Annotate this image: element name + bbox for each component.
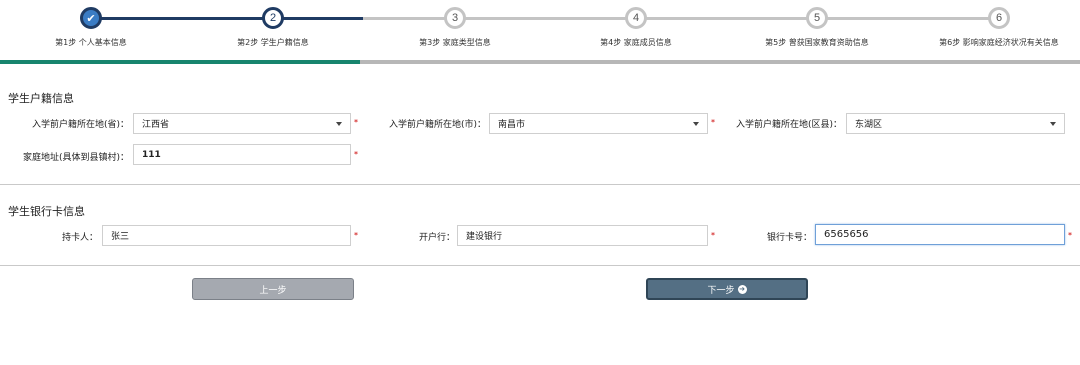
step-6-label: 第6步 影响家庭经济状况有关信息 — [939, 38, 1059, 47]
section-divider — [0, 184, 1080, 185]
bank-section-title: 学生银行卡信息 — [8, 205, 85, 218]
chevron-down-icon — [1050, 122, 1056, 126]
step-wizard: ✔ 2 3 4 5 6 第1步 个人基本信息 第2步 学生户籍信息 第3步 家庭… — [0, 0, 1080, 66]
step-2-label: 第2步 学生户籍信息 — [237, 38, 309, 47]
prev-step-button[interactable]: 上一步 — [192, 278, 354, 300]
step-connector-2 — [273, 17, 363, 20]
step-5-circle[interactable]: 5 — [806, 7, 828, 29]
step-3-label: 第3步 家庭类型信息 — [419, 38, 491, 47]
bank-name-input[interactable]: 建设银行 — [457, 225, 708, 246]
household-section-title: 学生户籍信息 — [8, 92, 74, 105]
district-label: 入学前户籍所在地(区县)： — [735, 120, 842, 130]
step-6-circle[interactable]: 6 — [988, 7, 1010, 29]
city-select[interactable]: 南昌市 — [489, 113, 708, 134]
district-select[interactable]: 东湖区 — [846, 113, 1065, 134]
wizard-progress-fill — [0, 60, 360, 64]
city-label: 入学前户籍所在地(市)： — [388, 120, 486, 130]
wizard-progress-bar — [0, 60, 1080, 64]
card-holder-input[interactable]: 张三 — [102, 225, 351, 246]
next-step-label: 下一步 — [707, 285, 735, 296]
next-step-button[interactable]: 下一步 ➜ — [646, 278, 808, 300]
chevron-down-icon — [336, 122, 342, 126]
step-4-circle[interactable]: 4 — [625, 7, 647, 29]
chevron-down-icon — [693, 122, 699, 126]
card-number-input[interactable]: 6565656 — [815, 224, 1065, 245]
province-label: 入学前户籍所在地(省)： — [31, 120, 129, 130]
card-number-required-mark: * — [1068, 231, 1072, 240]
bank-name-required-mark: * — [711, 231, 715, 240]
section-divider — [0, 265, 1080, 266]
card-number-value: 6565656 — [824, 229, 869, 240]
province-value: 江西省 — [142, 120, 170, 130]
address-value: 111 — [142, 149, 161, 160]
city-required-mark: * — [711, 118, 715, 127]
address-label: 家庭地址(具体到县镇村)： — [22, 153, 129, 163]
step-5-label: 第5步 曾获国家教育资助信息 — [765, 38, 869, 47]
card-holder-required-mark: * — [354, 231, 358, 240]
card-holder-value: 张三 — [111, 232, 130, 242]
district-value: 东湖区 — [855, 120, 883, 130]
province-select[interactable]: 江西省 — [133, 113, 351, 134]
city-value: 南昌市 — [498, 120, 526, 130]
province-required-mark: * — [354, 118, 358, 127]
bank-name-label: 开户行： — [418, 233, 455, 243]
step-1-label: 第1步 个人基本信息 — [55, 38, 127, 47]
address-input[interactable]: 111 — [133, 144, 351, 165]
bank-name-value: 建设银行 — [466, 232, 503, 242]
step-1-check-icon[interactable]: ✔ — [80, 7, 102, 29]
step-2-circle[interactable]: 2 — [262, 7, 284, 29]
step-connector-1 — [91, 17, 273, 20]
card-number-label: 银行卡号： — [766, 233, 812, 243]
card-holder-label: 持卡人： — [61, 233, 98, 243]
prev-step-label: 上一步 — [259, 285, 287, 296]
arrow-right-icon: ➜ — [737, 284, 747, 294]
step-3-circle[interactable]: 3 — [444, 7, 466, 29]
step-4-label: 第4步 家庭成员信息 — [600, 38, 672, 47]
address-required-mark: * — [354, 150, 358, 159]
